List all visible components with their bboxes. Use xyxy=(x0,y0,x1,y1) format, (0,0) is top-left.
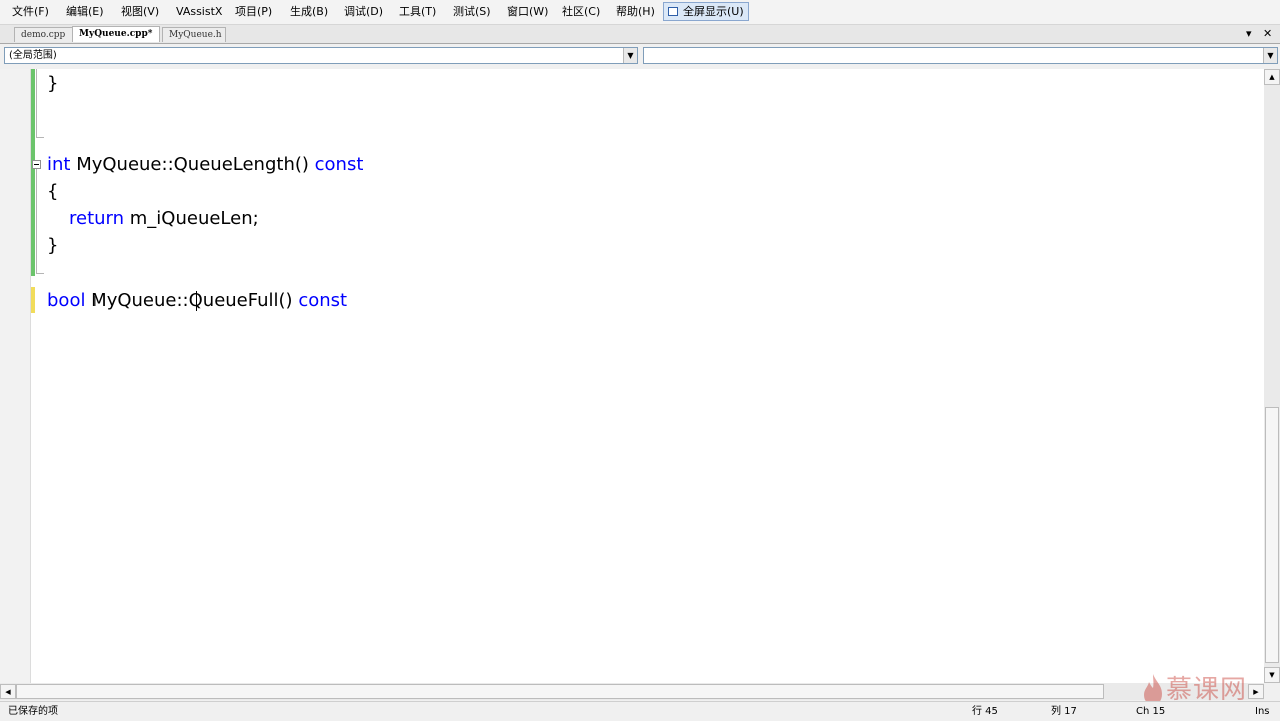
status-line: 行 45 xyxy=(972,706,998,717)
menu-debug[interactable]: 调试(D) xyxy=(344,4,383,20)
editor-gutter xyxy=(0,69,31,683)
scope-dropdown[interactable]: (全局范围) ▼ xyxy=(4,47,638,64)
status-char: Ch 15 xyxy=(1136,706,1166,717)
function-signature: MyQueue::QueueFull() xyxy=(85,290,299,311)
vertical-scroll-thumb[interactable] xyxy=(1265,407,1279,663)
menu-window[interactable]: 窗口(W) xyxy=(507,4,548,20)
menu-help[interactable]: 帮助(H) xyxy=(616,4,655,20)
keyword-int: int xyxy=(47,154,71,175)
fullscreen-icon xyxy=(668,7,678,16)
menu-community[interactable]: 社区(C) xyxy=(562,4,600,20)
vertical-scrollbar[interactable]: ▲ ▼ xyxy=(1264,69,1280,683)
code-line: } xyxy=(47,234,58,258)
code-line: bool MyQueue::QueueFull() const xyxy=(47,289,347,313)
scope-dropdown-value: (全局范围) xyxy=(9,50,57,61)
mouse-ibeam-cursor-icon: I xyxy=(93,295,97,310)
function-signature: MyQueue::QueueLength() xyxy=(70,154,315,175)
menu-bar: 文件(F) 编辑(E) 视图(V) VAssistX 项目(P) 生成(B) 调… xyxy=(0,0,1280,25)
keyword-return: return xyxy=(69,208,125,229)
menu-edit[interactable]: 编辑(E) xyxy=(66,4,104,20)
tab-myqueue-cpp[interactable]: MyQueue.cpp* xyxy=(72,26,160,42)
tab-list-dropdown-icon[interactable]: ▾ xyxy=(1246,28,1252,40)
code-line: return m_iQueueLen; xyxy=(69,207,259,231)
outline-end-tick xyxy=(36,273,44,274)
status-message: 已保存的项 xyxy=(8,706,58,717)
status-bar: 已保存的项 行 45 列 17 Ch 15 Ins xyxy=(0,701,1280,721)
text-caret xyxy=(196,291,197,311)
brace: } xyxy=(47,73,59,94)
menu-test[interactable]: 测试(S) xyxy=(453,4,491,20)
horizontal-scroll-thumb[interactable] xyxy=(16,684,1104,699)
brace: { xyxy=(47,181,59,202)
document-tab-strip: demo.cpp MyQueue.cpp* MyQueue.h ▾ ✕ xyxy=(0,25,1280,44)
fullscreen-label: 全屏显示(U) xyxy=(683,5,744,18)
menu-project[interactable]: 项目(P) xyxy=(235,4,272,20)
scroll-up-icon[interactable]: ▲ xyxy=(1264,69,1280,85)
tab-demo-cpp[interactable]: demo.cpp xyxy=(14,27,74,42)
code-line: int MyQueue::QueueLength() const xyxy=(47,153,363,177)
collapse-toggle-icon[interactable] xyxy=(32,160,41,169)
outline-end-tick xyxy=(36,137,44,138)
horizontal-scrollbar[interactable]: ◀ ▶ xyxy=(0,683,1264,700)
keyword-bool: bool xyxy=(47,290,86,311)
status-column: 列 17 xyxy=(1051,706,1077,717)
scroll-left-icon[interactable]: ◀ xyxy=(0,684,16,699)
member-dropdown-arrow-icon[interactable]: ▼ xyxy=(1263,48,1277,63)
brace: } xyxy=(47,235,59,256)
return-expression: m_iQueueLen; xyxy=(124,208,259,229)
menu-view[interactable]: 视图(V) xyxy=(121,4,159,20)
tab-myqueue-h[interactable]: MyQueue.h xyxy=(162,27,226,42)
saved-change-bar xyxy=(31,69,35,276)
navigation-bar: (全局范围) ▼ ▼ xyxy=(0,44,1280,68)
member-dropdown[interactable]: ▼ xyxy=(643,47,1278,64)
code-line: } xyxy=(47,72,58,96)
outline-line xyxy=(36,169,37,273)
menu-build[interactable]: 生成(B) xyxy=(290,4,328,20)
scope-dropdown-arrow-icon[interactable]: ▼ xyxy=(623,48,637,63)
keyword-const: const xyxy=(314,154,364,175)
menu-file[interactable]: 文件(F) xyxy=(12,4,49,20)
menu-tools[interactable]: 工具(T) xyxy=(399,4,436,20)
fullscreen-button[interactable]: 全屏显示(U) xyxy=(663,2,749,21)
keyword-const: const xyxy=(298,290,348,311)
outline-line xyxy=(36,69,37,137)
menu-vassistx[interactable]: VAssistX xyxy=(176,4,222,20)
close-document-icon[interactable]: ✕ xyxy=(1263,28,1272,40)
status-insert-mode: Ins xyxy=(1255,706,1270,717)
unsaved-change-bar xyxy=(31,287,35,313)
code-editor[interactable]: } int MyQueue::QueueLength() const { ret… xyxy=(0,69,1264,683)
code-line: { xyxy=(47,180,58,204)
